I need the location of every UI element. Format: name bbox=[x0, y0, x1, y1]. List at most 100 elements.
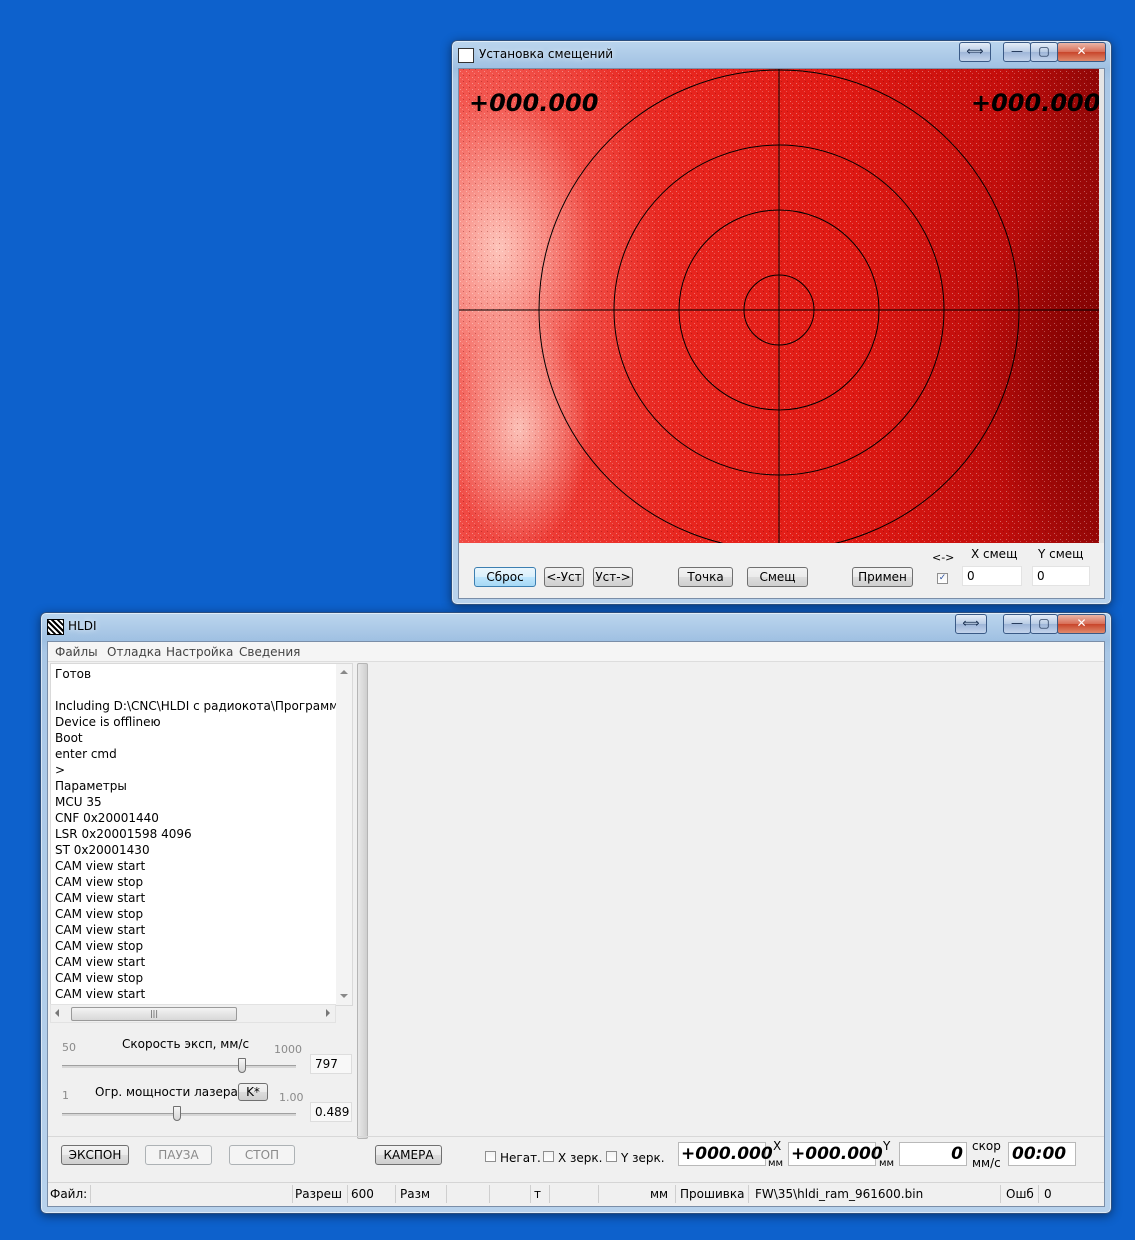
power-slider-thumb[interactable] bbox=[173, 1106, 181, 1121]
status-t-label: т bbox=[534, 1187, 541, 1201]
log-line: CAM view start bbox=[55, 859, 146, 873]
status-error-value: 0 bbox=[1044, 1187, 1052, 1201]
offsets-titlebar[interactable]: Установка смещений ⟺ — ▢ ✕ bbox=[452, 41, 1111, 69]
y-axis-label: Y bbox=[883, 1139, 891, 1153]
log-line: enter cmd bbox=[55, 747, 117, 761]
scroll-right-arrow-icon[interactable] bbox=[326, 1009, 330, 1017]
time-display: 00:00 bbox=[1008, 1142, 1076, 1166]
log-line: CAM view start bbox=[55, 891, 146, 905]
status-separator bbox=[1038, 1185, 1039, 1203]
scroll-left-arrow-icon[interactable] bbox=[55, 1009, 59, 1017]
control-bar-divider bbox=[48, 1136, 1104, 1137]
resize-button[interactable]: ⟺ bbox=[959, 42, 991, 62]
pause-button[interactable]: ПАУЗА bbox=[145, 1145, 212, 1165]
main-maximize-button[interactable]: ▢ bbox=[1030, 614, 1058, 634]
menu-bar: Файлы Отладка Настройка Сведения bbox=[48, 642, 1104, 662]
main-titlebar[interactable]: HLDI ⟺ — ▢ ✕ bbox=[41, 613, 1111, 641]
status-separator bbox=[292, 1185, 293, 1203]
log-vertical-scrollbar[interactable] bbox=[336, 664, 352, 1005]
log-line: CAM view start bbox=[55, 923, 146, 937]
status-separator bbox=[549, 1185, 550, 1203]
speed-slider[interactable] bbox=[62, 1058, 296, 1074]
y-offset-input[interactable]: 0 bbox=[1032, 566, 1090, 586]
y-mirror-checkbox[interactable] bbox=[606, 1151, 617, 1162]
camera-button[interactable]: КАМЕРА bbox=[375, 1145, 442, 1165]
main-resize-button[interactable]: ⟺ bbox=[955, 614, 987, 634]
hscroll-thumb[interactable]: ||| bbox=[71, 1007, 237, 1021]
scroll-down-arrow-icon[interactable] bbox=[340, 994, 348, 998]
y-position-display: +000.000 bbox=[788, 1142, 883, 1166]
x-mirror-label: X зерк. bbox=[558, 1151, 603, 1165]
log-line: Device is offlineю bbox=[55, 715, 161, 729]
x-position-display: +000.000 bbox=[678, 1142, 773, 1166]
log-panel[interactable]: Готов Including D:\CNC\HLDI с радиокота\… bbox=[50, 663, 353, 1006]
status-separator bbox=[675, 1185, 676, 1203]
x-offset-input[interactable]: 0 bbox=[962, 566, 1022, 586]
log-line: CAM view stop bbox=[55, 971, 144, 985]
offsets-client: +000.000 +000.000 Сброс <-Уст Уст-> Точк… bbox=[458, 68, 1105, 599]
main-client: Файлы Отладка Настройка Сведения Готов I… bbox=[47, 641, 1105, 1207]
swap-checkbox[interactable]: ✓ bbox=[937, 573, 948, 584]
status-separator bbox=[489, 1185, 490, 1203]
log-text: Готов Including D:\CNC\HLDI с радиокота\… bbox=[55, 666, 346, 1002]
point-button[interactable]: Точка bbox=[678, 567, 733, 587]
x-mirror-checkbox[interactable] bbox=[543, 1151, 554, 1162]
k-star-button[interactable]: K* bbox=[238, 1083, 268, 1101]
status-separator bbox=[748, 1185, 749, 1203]
status-mm-label: мм bbox=[650, 1187, 669, 1201]
status-resolution-label: Разреш bbox=[295, 1187, 342, 1201]
hldi-app-icon bbox=[47, 619, 64, 635]
status-separator bbox=[90, 1185, 91, 1203]
menu-info[interactable]: Сведения bbox=[239, 645, 300, 659]
set-left-button[interactable]: <-Уст bbox=[544, 567, 584, 587]
status-error-label: Ошб bbox=[1006, 1187, 1034, 1201]
log-hscroll[interactable]: ||| bbox=[50, 1004, 336, 1023]
power-value[interactable]: 0.489 bbox=[310, 1102, 352, 1122]
status-separator bbox=[530, 1185, 531, 1203]
y-mirror-label: Y зерк. bbox=[621, 1151, 665, 1165]
menu-debug[interactable]: Отладка bbox=[107, 645, 161, 659]
speed-slider-thumb[interactable] bbox=[238, 1058, 246, 1073]
status-separator bbox=[347, 1185, 348, 1203]
main-minimize-button[interactable]: — bbox=[1003, 614, 1031, 634]
panel-splitter[interactable] bbox=[357, 663, 368, 1139]
scroll-up-arrow-icon[interactable] bbox=[340, 670, 348, 674]
menu-files[interactable]: Файлы bbox=[55, 645, 98, 659]
negative-label: Негат. bbox=[500, 1151, 541, 1165]
speed-value[interactable]: 797 bbox=[310, 1054, 352, 1074]
set-right-button[interactable]: Уст-> bbox=[593, 567, 633, 587]
log-line: ST 0x20001430 bbox=[55, 843, 150, 857]
expose-button[interactable]: ЭКСПОН bbox=[61, 1145, 129, 1165]
log-line: CAM view stop bbox=[55, 875, 144, 889]
camera-view[interactable]: +000.000 +000.000 bbox=[459, 69, 1099, 543]
shift-button[interactable]: Смещ bbox=[747, 567, 808, 587]
log-line: CNF 0x20001440 bbox=[55, 811, 159, 825]
close-button[interactable]: ✕ bbox=[1057, 42, 1106, 62]
camera-scrollbar[interactable] bbox=[1099, 69, 1104, 543]
speed-display-unit: мм/с bbox=[972, 1156, 1001, 1170]
apply-button[interactable]: Примен bbox=[852, 567, 913, 587]
offsets-window-title: Установка смещений bbox=[479, 47, 614, 61]
status-separator bbox=[1000, 1185, 1001, 1203]
speed-min-label: 50 bbox=[62, 1041, 76, 1054]
log-line: > bbox=[55, 763, 66, 777]
log-line: Параметры bbox=[55, 779, 127, 793]
log-line: MCU 35 bbox=[55, 795, 102, 809]
reset-button[interactable]: Сброс bbox=[474, 567, 536, 587]
minimize-button[interactable]: — bbox=[1003, 42, 1031, 62]
log-line: LSR 0x20001598 4096 bbox=[55, 827, 192, 841]
power-slider[interactable] bbox=[62, 1106, 296, 1122]
stop-button[interactable]: СТОП bbox=[229, 1145, 295, 1165]
status-resolution-value: 600 bbox=[351, 1187, 374, 1201]
offsets-window: Установка смещений ⟺ — ▢ ✕ +000.000 +000… bbox=[451, 40, 1112, 605]
negative-checkbox[interactable] bbox=[485, 1151, 496, 1162]
window-icon bbox=[458, 48, 474, 63]
main-close-button[interactable]: ✕ bbox=[1057, 614, 1106, 634]
speed-display: 0 bbox=[899, 1142, 967, 1166]
speed-max-label: 1000 bbox=[274, 1043, 302, 1056]
crosshair-overlay bbox=[459, 69, 1099, 543]
menu-settings[interactable]: Настройка bbox=[166, 645, 233, 659]
maximize-button[interactable]: ▢ bbox=[1030, 42, 1058, 62]
status-file-label: Файл: bbox=[50, 1187, 88, 1201]
